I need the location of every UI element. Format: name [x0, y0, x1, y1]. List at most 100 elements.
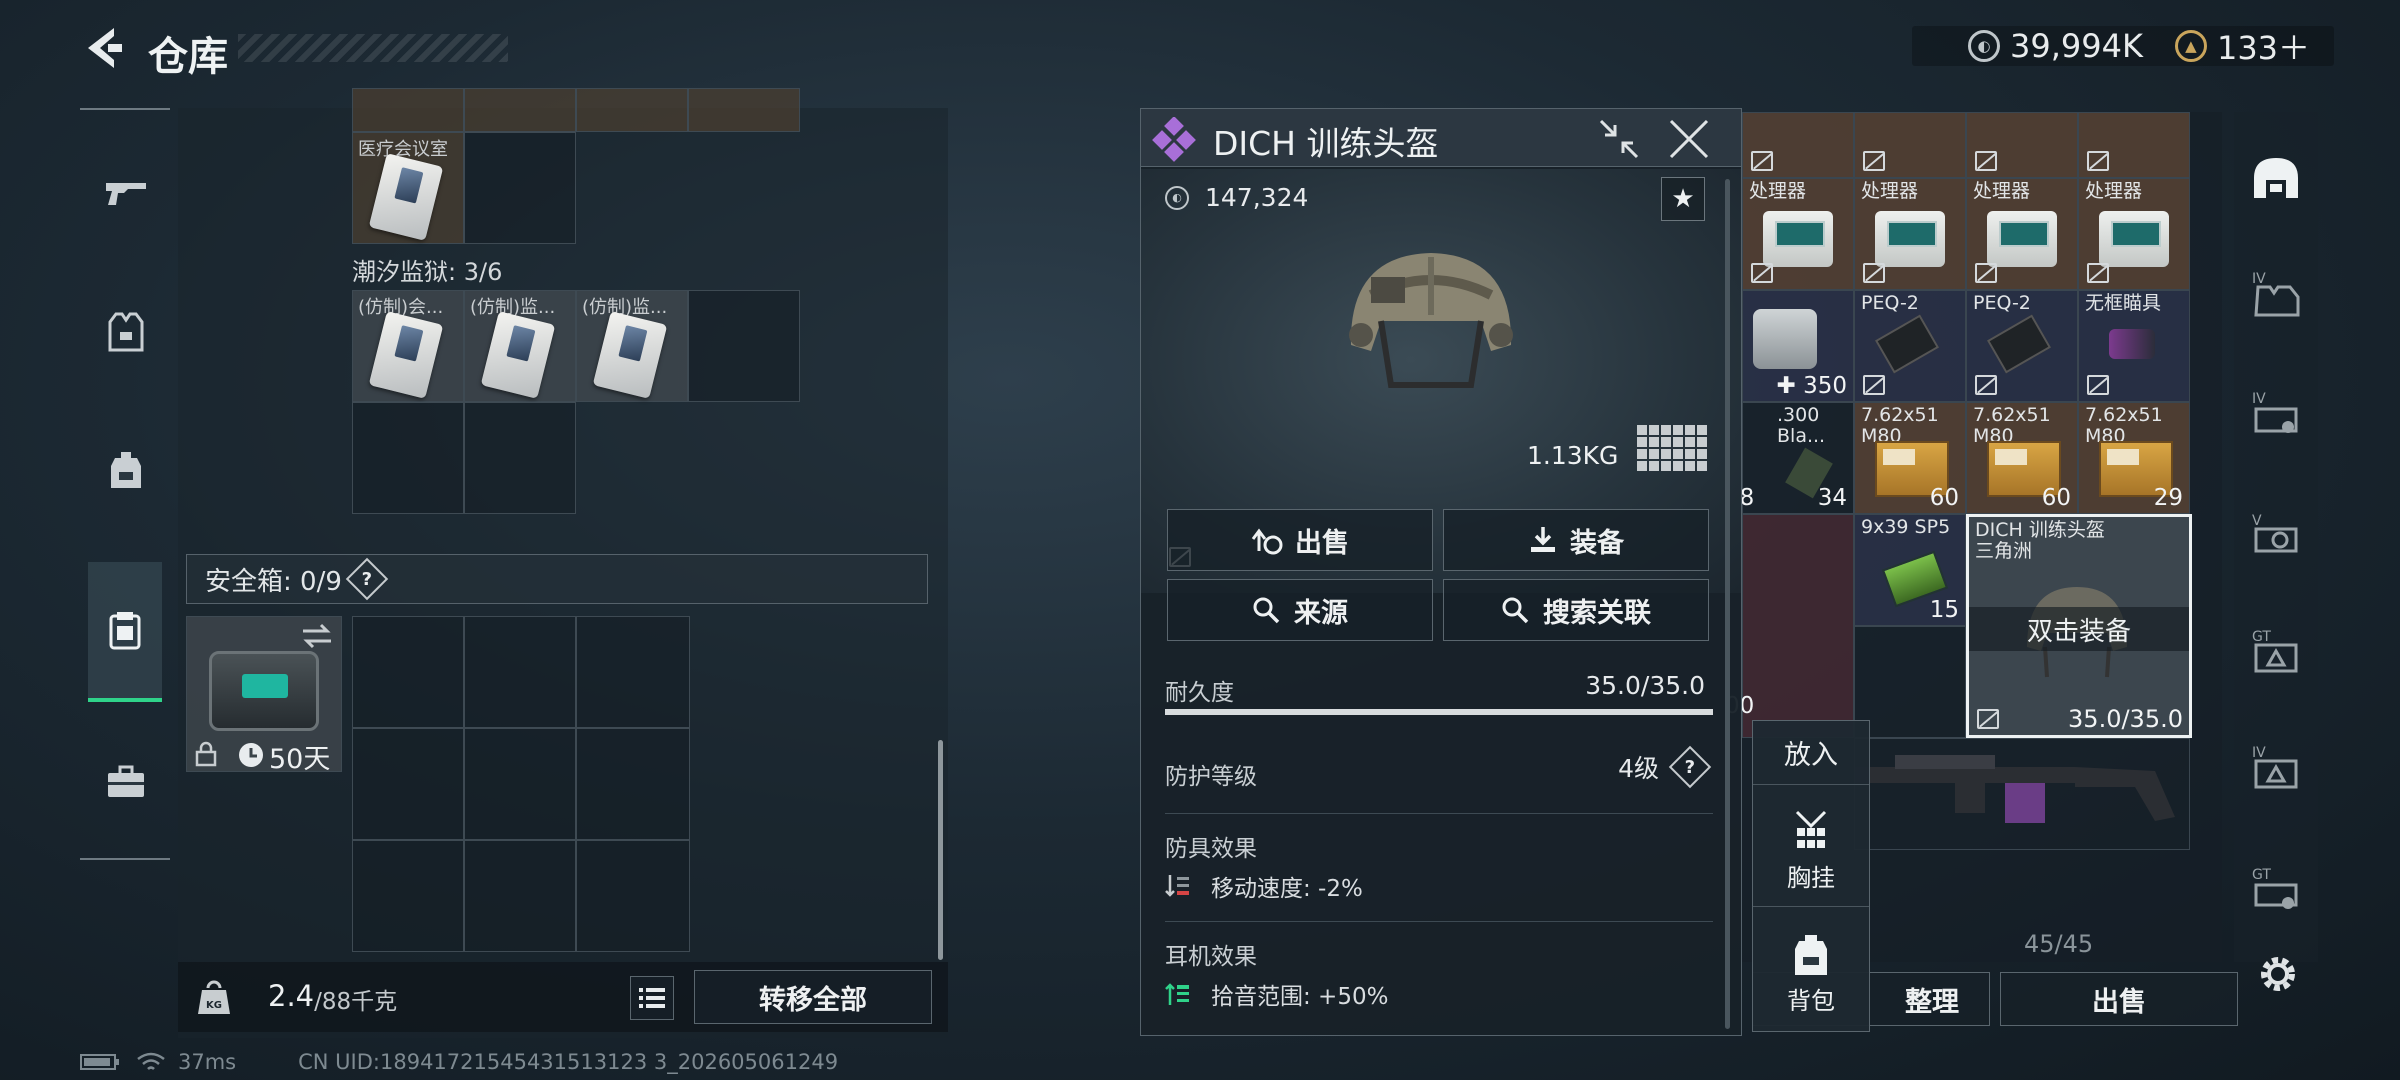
nav-backpack[interactable]: [90, 428, 162, 512]
grid-cell[interactable]: [2078, 112, 2190, 178]
help-button[interactable]: ?: [345, 557, 389, 601]
silver-amount: 39,994K: [2010, 27, 2143, 65]
close-icon: [1669, 119, 1709, 159]
nav-weapons[interactable]: [90, 150, 162, 234]
grid-cell[interactable]: [464, 132, 576, 244]
help-icon: ?: [361, 568, 373, 590]
safe-grid-cell[interactable]: [464, 840, 576, 952]
replica-keycard-1[interactable]: (仿制)会...: [352, 290, 464, 402]
safe-box-duration: 50天: [269, 744, 331, 775]
peq-item[interactable]: PEQ-2: [1966, 290, 2078, 402]
nav-rig-slot-2[interactable]: IV: [2246, 736, 2306, 796]
grid-cell[interactable]: [464, 402, 576, 514]
backpack-icon: [1795, 934, 1827, 975]
grid-cell[interactable]: [464, 88, 576, 132]
nav-chest-rig[interactable]: [88, 562, 162, 702]
medical-room-keycard[interactable]: 医疗会议室: [352, 132, 464, 244]
nav-briefcase[interactable]: [90, 740, 162, 824]
put-in-backpack[interactable]: 背包: [1753, 919, 1869, 1029]
sell-button[interactable]: 出售: [1167, 509, 1433, 571]
favorite-button[interactable]: ★: [1661, 177, 1705, 221]
ammo-item[interactable]: 9x39 SP5 15: [1854, 514, 1966, 626]
selected-helmet-item[interactable]: DICH 训练头盔 三角洲 双击装备 35.0/35.0: [1966, 514, 2192, 738]
processor-item[interactable]: 处理器: [1854, 178, 1966, 290]
scope-item[interactable]: 无框瞄具: [2078, 290, 2190, 402]
safe-grid-cell[interactable]: [464, 616, 576, 728]
armor-effect-title: 防具效果: [1165, 836, 1257, 862]
search-related-button[interactable]: 搜索关联: [1443, 579, 1709, 641]
nav-armor[interactable]: [90, 290, 162, 374]
scrollbar[interactable]: [938, 740, 943, 960]
safe-grid-cell[interactable]: [352, 616, 464, 728]
transfer-all-button[interactable]: 转移全部: [694, 970, 932, 1024]
protection-help-button[interactable]: ?: [1668, 745, 1712, 789]
silver-currency[interactable]: ◐ 39,994K: [1968, 27, 2143, 65]
grid-cell[interactable]: [1854, 112, 1966, 178]
grid-cell[interactable]: [352, 88, 464, 132]
ammo-item[interactable]: 7.62x51 M80 29: [2078, 402, 2190, 514]
processor-item[interactable]: 处理器: [1742, 178, 1854, 290]
rifle-item[interactable]: [1854, 738, 2190, 850]
nav-scope-slot[interactable]: V: [2246, 504, 2306, 564]
safe-grid-cell[interactable]: [352, 728, 464, 840]
grid-cell[interactable]: [352, 402, 464, 514]
equip-button[interactable]: 装备: [1443, 509, 1709, 571]
processor-item[interactable]: 处理器: [1966, 178, 2078, 290]
grid-cell[interactable]: [576, 88, 688, 132]
collapse-button[interactable]: [1597, 117, 1641, 161]
currency-bar: ◐ 39,994K ▲ 133＋: [1912, 23, 2334, 69]
ammo-item[interactable]: 68 .300 Bla... BCP SUB 34: [1725, 402, 1854, 514]
protection-value: 4级: [1618, 754, 1659, 783]
gold-currency[interactable]: ▲ 133＋: [2174, 23, 2310, 69]
lock-icon: [195, 741, 217, 767]
detail-scrollbar[interactable]: [1725, 179, 1730, 1029]
ammo-item[interactable]: 7.62x51 M80 60: [1854, 402, 1966, 514]
collapse-icon: [1599, 119, 1639, 159]
safe-box-item[interactable]: 50天: [186, 616, 342, 775]
back-button[interactable]: [78, 22, 126, 74]
grid-cell[interactable]: [1966, 112, 2078, 178]
list-view-button[interactable]: [630, 976, 674, 1020]
armor-tier-6b-icon: GT: [2252, 867, 2298, 909]
processor-item[interactable]: 处理器: [2078, 178, 2190, 290]
backpack-icon: [111, 452, 141, 488]
replica-keycard-3[interactable]: (仿制)监...: [576, 290, 688, 402]
nav-rig-slot[interactable]: IV: [2246, 382, 2306, 442]
backpack-label: 背包: [1787, 986, 1835, 1015]
source-button[interactable]: 来源: [1167, 579, 1433, 641]
grid-cell[interactable]: 00: [1725, 514, 1854, 738]
grid-cell[interactable]: [1854, 626, 1966, 738]
nav-armor-slot-3[interactable]: GT: [2246, 858, 2306, 918]
safe-grid-cell[interactable]: [576, 616, 690, 728]
status-bar: 37ms CN UID:18941721545431513123 3_20260…: [80, 1050, 838, 1074]
peq-item[interactable]: PEQ-2: [1854, 290, 1966, 402]
settings-button[interactable]: [2256, 952, 2300, 996]
nav-armor-slot[interactable]: IV: [2246, 262, 2306, 322]
medkit-item[interactable]: ✚ 350: [1742, 290, 1854, 402]
weight-capacity: /88千克: [314, 989, 398, 1015]
silver-coin-icon: ◐: [1968, 30, 2000, 62]
safe-grid-cell[interactable]: [464, 728, 576, 840]
safe-grid-cell[interactable]: [576, 840, 690, 952]
unlinked-icon: [1977, 709, 1999, 729]
nav-armor-slot-2[interactable]: GT: [2246, 620, 2306, 680]
armor-tier-4-icon: IV: [2252, 271, 2300, 317]
replica-keycard-2[interactable]: (仿制)监...: [464, 290, 576, 402]
nav-helmet[interactable]: [2246, 148, 2306, 208]
armor-effect-row: 移动速度: -2%: [1165, 869, 1363, 903]
grid-cell[interactable]: [688, 88, 800, 132]
protection-level: 4级 ?: [1618, 745, 1712, 789]
ammo-quantity: 34: [1817, 485, 1847, 511]
safe-grid-cell[interactable]: [576, 728, 690, 840]
safe-grid-cell[interactable]: [352, 840, 464, 952]
item-detail-panel: DICH 训练头盔 ◐ 147,324 ★ 1.13KG 出售 装备 来源 搜索…: [1140, 108, 1742, 1036]
ammo-item[interactable]: 7.62x51 M80 60: [1966, 402, 2078, 514]
sell-all-button[interactable]: 出售: [2000, 972, 2238, 1026]
gear-icon: [2261, 957, 2295, 991]
speed-down-icon: [1165, 875, 1189, 897]
put-in-chest-rig[interactable]: 胸挂: [1753, 797, 1869, 907]
close-button[interactable]: [1667, 117, 1711, 161]
ammo-quantity: 60: [1929, 485, 1959, 511]
grid-cell[interactable]: [688, 290, 800, 402]
grid-cell[interactable]: [1742, 112, 1854, 178]
